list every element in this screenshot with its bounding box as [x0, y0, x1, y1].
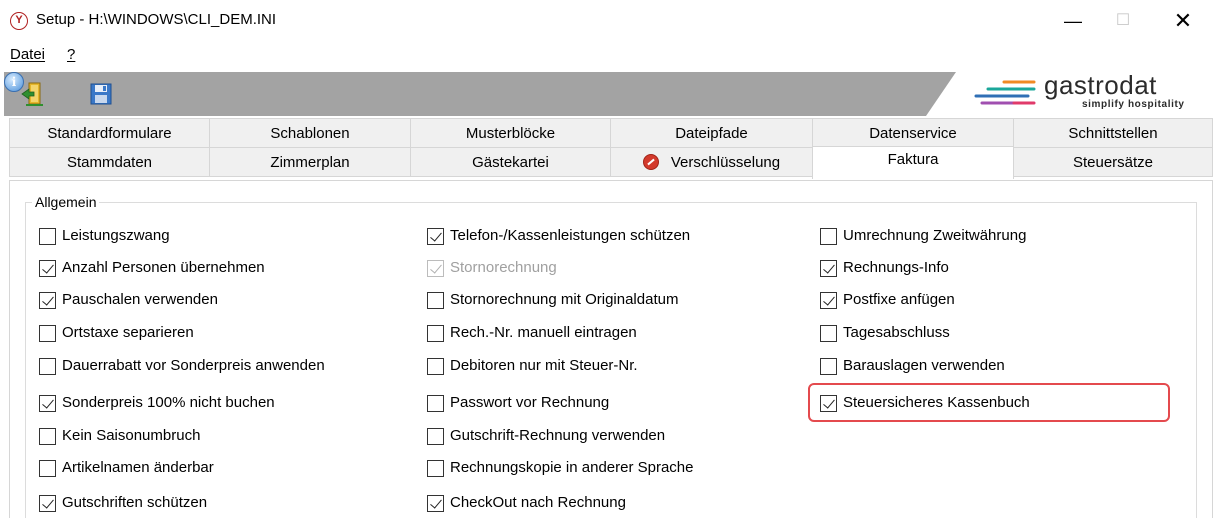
tab-schnittstellen[interactable]: Schnittstellen	[1013, 118, 1213, 148]
checkbox-box[interactable]	[427, 395, 444, 412]
toolbar: i gastrodat simplify hospitality	[4, 72, 1213, 116]
window-title: Setup - H:\WINDOWS\CLI_DEM.INI	[36, 11, 277, 28]
checkbox-box[interactable]	[427, 325, 444, 342]
checkbox-label: Gutschriften schützen	[62, 494, 208, 511]
menu-bar: Datei ?	[0, 40, 1213, 70]
checkbox-box[interactable]	[820, 358, 837, 375]
checkbox-box	[427, 260, 444, 277]
checkbox-box[interactable]	[39, 428, 56, 445]
checkbox-label: Tagesabschluss	[843, 324, 950, 341]
tab-musterbloecke[interactable]: Musterblöcke	[410, 118, 611, 148]
app-logo-icon: Y	[10, 12, 28, 30]
checkbox-label: Dauerrabatt vor Sonderpreis anwenden	[62, 357, 325, 374]
tab-strip: Standardformulare Schablonen Musterblöck…	[9, 118, 1213, 182]
checkbox-label: Rech.-Nr. manuell eintragen	[450, 324, 637, 341]
checkbox-label: Sonderpreis 100% nicht buchen	[62, 394, 275, 411]
checkbox-label: CheckOut nach Rechnung	[450, 494, 626, 511]
checkbox-box[interactable]	[39, 495, 56, 512]
checkbox-box[interactable]	[39, 358, 56, 375]
checkbox-box[interactable]	[39, 325, 56, 342]
menu-datei[interactable]: Datei	[10, 46, 45, 63]
allgemein-group-title: Allgemein	[32, 194, 100, 210]
tab-gaestekartei[interactable]: Gästekartei	[410, 147, 611, 177]
maximize-button[interactable]: ☐	[1100, 6, 1146, 36]
tab-schablonen[interactable]: Schablonen	[209, 118, 411, 148]
checkbox-label: Gutschrift-Rechnung verwenden	[450, 427, 666, 444]
checkbox-box[interactable]	[39, 460, 56, 477]
tab-datenservice[interactable]: Datenservice	[812, 118, 1014, 148]
highlight-frame	[808, 383, 1170, 422]
checkbox-box[interactable]	[427, 292, 444, 309]
tab-verschluesselung[interactable]: Verschlüsselung	[610, 147, 813, 177]
checkbox-box[interactable]	[427, 428, 444, 445]
title-bar: Y Setup - H:\WINDOWS\CLI_DEM.INI — ☐ ✕	[0, 0, 1213, 40]
checkbox-box[interactable]	[39, 292, 56, 309]
checkbox-label: Debitoren nur mit Steuer-Nr.	[450, 357, 638, 374]
checkbox-label: Telefon-/Kassenleistungen schützen	[450, 227, 691, 244]
checkbox-label: Stornorechnung mit Originaldatum	[450, 291, 679, 308]
exit-door-icon[interactable]	[20, 80, 46, 108]
no-entry-icon	[642, 154, 659, 170]
tab-faktura[interactable]: Faktura	[812, 146, 1014, 179]
tab-stammdaten[interactable]: Stammdaten	[9, 147, 210, 177]
checkbox-box[interactable]	[820, 325, 837, 342]
checkbox-box[interactable]	[39, 395, 56, 412]
checkbox-box[interactable]	[39, 228, 56, 245]
checkbox-label: Anzahl Personen übernehmen	[62, 259, 265, 276]
close-button[interactable]: ✕	[1160, 6, 1206, 36]
checkbox-label: Stornorechnung	[450, 259, 557, 276]
checkbox-box[interactable]	[427, 495, 444, 512]
checkbox-label: Leistungszwang	[62, 227, 170, 244]
checkbox-box[interactable]	[427, 228, 444, 245]
checkbox-label: Rechnungs-Info	[843, 259, 949, 276]
checkbox-box[interactable]	[427, 358, 444, 375]
checkbox-label: Umrechnung Zweitwährung	[843, 227, 1027, 244]
checkbox-label: Ortstaxe separieren	[62, 324, 194, 341]
checkbox-label: Rechnungskopie in anderer Sprache	[450, 459, 694, 476]
checkbox-label: Barauslagen verwenden	[843, 357, 1005, 374]
tab-verschluesselung-label: Verschlüsselung	[670, 154, 781, 171]
logo-wordmark: gastrodat	[1044, 72, 1157, 100]
checkbox-label: Postfixe anfügen	[843, 291, 955, 308]
checkbox-label: Passwort vor Rechnung	[450, 394, 610, 411]
checkbox-box[interactable]	[820, 260, 837, 277]
checkbox-box[interactable]	[820, 228, 837, 245]
gastrodat-logo-lines-icon	[974, 80, 1036, 105]
tab-zimmerplan[interactable]: Zimmerplan	[209, 147, 411, 177]
checkbox-box[interactable]	[39, 260, 56, 277]
tab-dateipfade[interactable]: Dateipfade	[610, 118, 813, 148]
logo-tagline: simplify hospitality	[1082, 99, 1185, 110]
checkbox-label: Pauschalen verwenden	[62, 291, 218, 308]
save-floppy-icon[interactable]	[88, 80, 114, 108]
tab-standardformulare[interactable]: Standardformulare	[9, 118, 210, 148]
checkbox-box[interactable]	[820, 292, 837, 309]
checkbox-label: Artikelnamen änderbar	[62, 459, 214, 476]
tab-steuersaetze[interactable]: Steuersätze	[1013, 147, 1213, 177]
checkbox-label: Kein Saisonumbruch	[62, 427, 201, 444]
menu-help[interactable]: ?	[67, 46, 75, 63]
minimize-button[interactable]: —	[1050, 6, 1096, 36]
checkbox-box[interactable]	[427, 460, 444, 477]
